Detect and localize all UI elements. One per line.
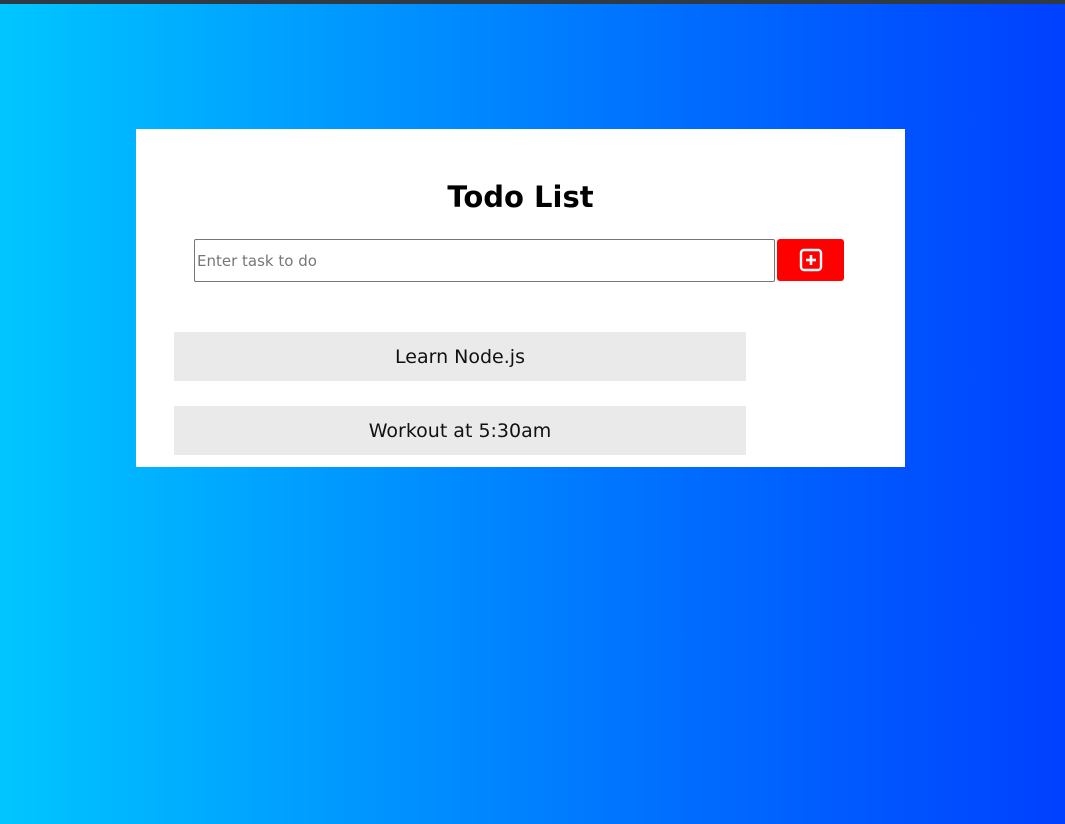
todo-item-label: Learn Node.js xyxy=(395,345,525,368)
plus-square-icon xyxy=(799,248,823,272)
todo-item[interactable]: Workout at 5:30am xyxy=(174,406,746,455)
todo-item[interactable]: Learn Node.js xyxy=(174,332,746,381)
page-title: Todo List xyxy=(447,180,594,214)
add-task-button[interactable] xyxy=(777,239,844,281)
task-input[interactable] xyxy=(194,239,775,282)
window-top-border xyxy=(0,0,1065,4)
todo-item-label: Workout at 5:30am xyxy=(368,419,552,442)
todo-card: Todo List Learn Node.js Workout at 5:30a… xyxy=(136,129,905,467)
